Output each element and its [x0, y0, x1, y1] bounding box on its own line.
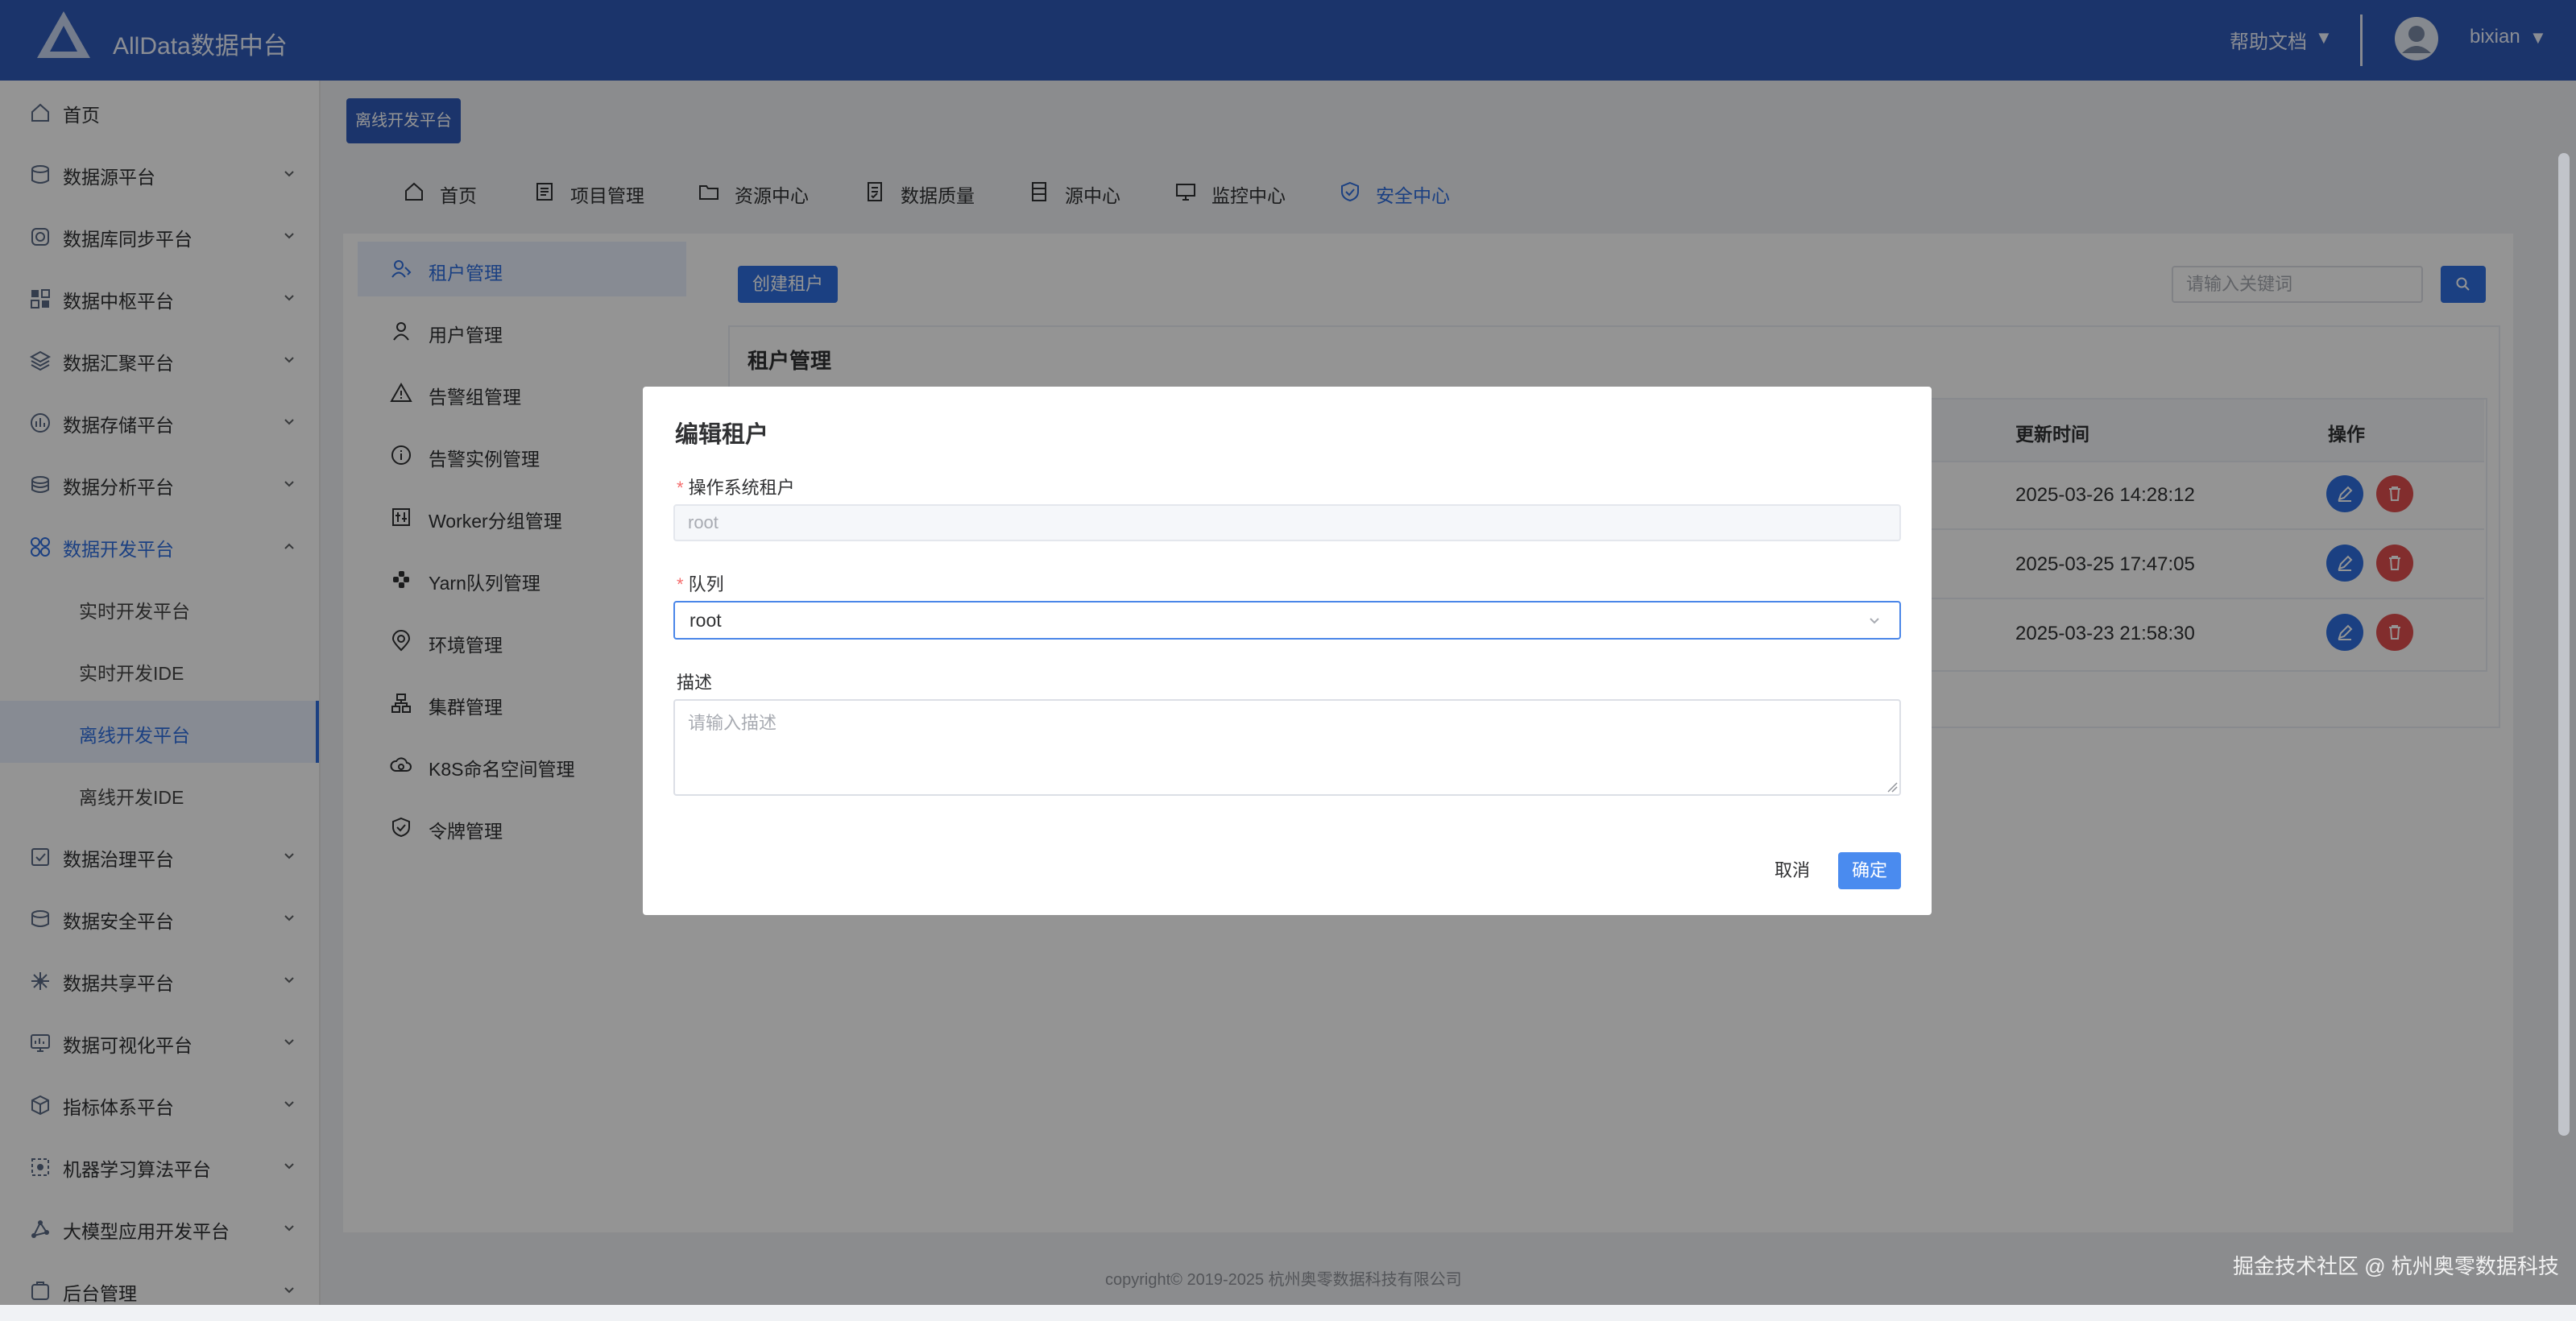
scrollbar[interactable] [2558, 153, 2570, 1136]
queue-label: * 队列 [677, 570, 724, 596]
os-tenant-label-text: 操作系统租户 [688, 478, 795, 498]
required-mark: * [677, 478, 684, 498]
queue-label-text: 队列 [688, 574, 724, 594]
os-tenant-label: * 操作系统租户 [677, 474, 795, 499]
edit-tenant-dialog [643, 387, 1932, 915]
os-tenant-field: root [673, 504, 1901, 541]
cancel-button[interactable]: 取消 [1764, 852, 1820, 889]
queue-select[interactable]: root [673, 601, 1901, 640]
watermark: 掘金技术社区 @ 杭州奥零数据科技 [2233, 1254, 2559, 1278]
required-mark: * [677, 574, 684, 594]
confirm-button[interactable]: 确定 [1838, 852, 1901, 889]
dialog-title: 编辑租户 [675, 422, 769, 448]
description-textarea[interactable]: 请输入描述 [673, 699, 1901, 796]
description-label: 描述 [677, 673, 713, 693]
chevron-down-icon[interactable] [1867, 614, 1882, 628]
resize-grip-icon[interactable] [1886, 781, 1898, 793]
